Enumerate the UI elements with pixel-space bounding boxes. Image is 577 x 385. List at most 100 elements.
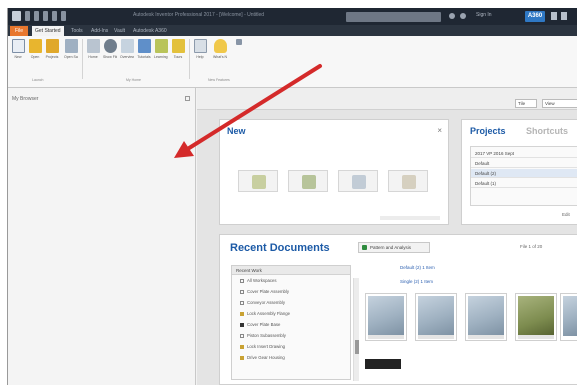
recent-file-thumbnail[interactable] (465, 293, 507, 341)
sign-in-button[interactable]: Sign In (476, 12, 516, 21)
open-file-icon[interactable] (34, 11, 39, 21)
drawing-icon (352, 175, 366, 189)
a360-button[interactable]: A360 (525, 11, 545, 22)
whats-new-button[interactable]: What's New (213, 39, 227, 59)
home-area: Tile View New × Projects Shortcuts 2017 … (197, 88, 577, 385)
inventor-window: Autodesk Inventor Professional 2017 - [W… (7, 8, 577, 385)
tree-item[interactable]: Cover Plate Assembly (240, 289, 289, 294)
presentation-icon (402, 175, 416, 189)
recent-file-thumbnail[interactable] (365, 293, 407, 341)
new-file-icon[interactable] (25, 11, 30, 21)
new-button[interactable]: New (11, 39, 25, 59)
assembly-icon (302, 175, 316, 189)
tab-tools[interactable]: Tools (68, 26, 86, 36)
recent-tree: Recent Work All Workspaces Cover Plate A… (231, 265, 359, 381)
list-item[interactable]: Default (1) (471, 179, 577, 188)
samples-icon (64, 39, 78, 53)
ribbon-separator (82, 39, 83, 79)
overflow-button[interactable] (232, 39, 246, 45)
tours-button[interactable]: Tours (171, 39, 185, 59)
part-icon (252, 175, 266, 189)
learning-path-icon (154, 39, 168, 53)
tab-add-ins[interactable]: Add-Ins (88, 26, 111, 36)
title-bar: Autodesk Inventor Professional 2017 - [W… (8, 8, 577, 25)
tab-vault[interactable]: Vault (111, 26, 128, 36)
tours-icon (171, 39, 185, 53)
tree-item[interactable]: Cover Plate Base (240, 322, 280, 327)
search-icon[interactable] (449, 13, 455, 19)
window-title: Autodesk Inventor Professional 2017 - [W… (133, 12, 265, 18)
new-document-icon (11, 39, 25, 53)
tab-projects[interactable]: Projects (470, 126, 506, 136)
minimize-icon[interactable] (551, 12, 557, 20)
new-assembly-tile[interactable] (288, 170, 328, 192)
tab-autodesk-a360[interactable]: Autodesk A360 (130, 26, 170, 36)
recent-documents-card: Recent Documents Pattern and Analysis Fi… (219, 234, 577, 385)
quick-access-toolbar (12, 11, 66, 21)
help-search-input[interactable] (346, 12, 441, 22)
globe-icon (103, 39, 117, 53)
ribbon-separator (189, 39, 190, 79)
project-list: 2017 VP 2016 Sept Default Default (2) De… (470, 146, 577, 206)
recent-file-thumbnail[interactable] (515, 293, 557, 341)
tab-file[interactable]: File (10, 26, 28, 36)
tab-get-started[interactable]: Get Started (32, 26, 64, 36)
app-logo-icon[interactable] (12, 11, 21, 21)
user-icon[interactable] (460, 13, 466, 19)
ribbon-tabs: File Get Started Tools Add-Ins Vault Aut… (8, 25, 577, 36)
tab-shortcuts[interactable]: Shortcuts (526, 126, 568, 136)
view-button[interactable]: View (542, 99, 577, 108)
recent-pager: File 1 of 20 (520, 244, 543, 249)
panel-new-features-label: New Features (208, 78, 230, 82)
undo-icon[interactable] (43, 11, 48, 21)
new-card: New × (219, 119, 449, 225)
new-drawing-tile[interactable] (338, 170, 378, 192)
redo-icon[interactable] (52, 11, 57, 21)
show-files-button[interactable]: Show Files (103, 39, 117, 59)
recent-documents-title: Recent Documents (230, 242, 330, 254)
tree-item[interactable]: All Workspaces (240, 278, 277, 283)
projects-edit-link[interactable]: Edit (562, 212, 570, 217)
recent-file-thumbnail-dark[interactable] (365, 359, 401, 369)
new-part-tile[interactable] (238, 170, 278, 192)
list-item[interactable]: Default (471, 159, 577, 168)
tree-scrollbar[interactable] (353, 278, 359, 381)
help-ribbon-button[interactable]: Help (193, 39, 207, 59)
overview-button[interactable]: Overview (120, 39, 134, 59)
close-icon[interactable]: × (437, 126, 442, 135)
ribbon: New Open Projects Open Samples Home Show… (8, 36, 577, 88)
browser-heading[interactable]: My Browser (12, 96, 38, 102)
home-button[interactable]: Home (86, 39, 100, 59)
learning-path-button[interactable]: Learning Path (154, 39, 168, 59)
tree-item[interactable]: Lock Assembly Flange (240, 311, 290, 316)
recent-file-thumbnail[interactable] (560, 293, 577, 341)
pattern-icon (362, 245, 367, 250)
folder-icon (28, 39, 42, 53)
pattern-analysis-button[interactable]: Pattern and Analysis (358, 242, 430, 253)
tree-header: Recent Work (232, 266, 350, 275)
tree-item[interactable]: Piston Subassembly (240, 333, 286, 338)
list-item[interactable]: 2017 VP 2016 Sept (471, 149, 577, 158)
group-label-2[interactable]: Single (2) 1 Item (400, 279, 433, 284)
list-item[interactable]: Default (2) (471, 169, 577, 178)
tutorials-icon (137, 39, 151, 53)
open-samples-button[interactable]: Open Samples (64, 39, 78, 59)
home-icon[interactable] (61, 11, 66, 21)
tile-view-button[interactable]: Tile (515, 99, 537, 108)
lightbulb-icon (213, 39, 227, 53)
new-card-title: New (227, 126, 246, 136)
group-label-1[interactable]: Default (2) 1 Item (400, 265, 435, 270)
scroll-thumb[interactable] (355, 340, 359, 354)
help-icon[interactable] (561, 12, 567, 20)
recent-file-thumbnail[interactable] (415, 293, 457, 341)
tree-item[interactable]: Conveyor Assembly (240, 300, 285, 305)
overview-icon (120, 39, 134, 53)
home-view-icon (86, 39, 100, 53)
projects-button[interactable]: Projects (45, 39, 59, 59)
tree-item[interactable]: Drive Gear Housing (240, 355, 285, 360)
open-button[interactable]: Open (28, 39, 42, 59)
tree-item[interactable]: Lock Insert Drawing (240, 344, 285, 349)
tutorials-button[interactable]: Tutorials (137, 39, 151, 59)
browser-pin-icon[interactable] (185, 96, 190, 101)
new-presentation-tile[interactable] (388, 170, 428, 192)
